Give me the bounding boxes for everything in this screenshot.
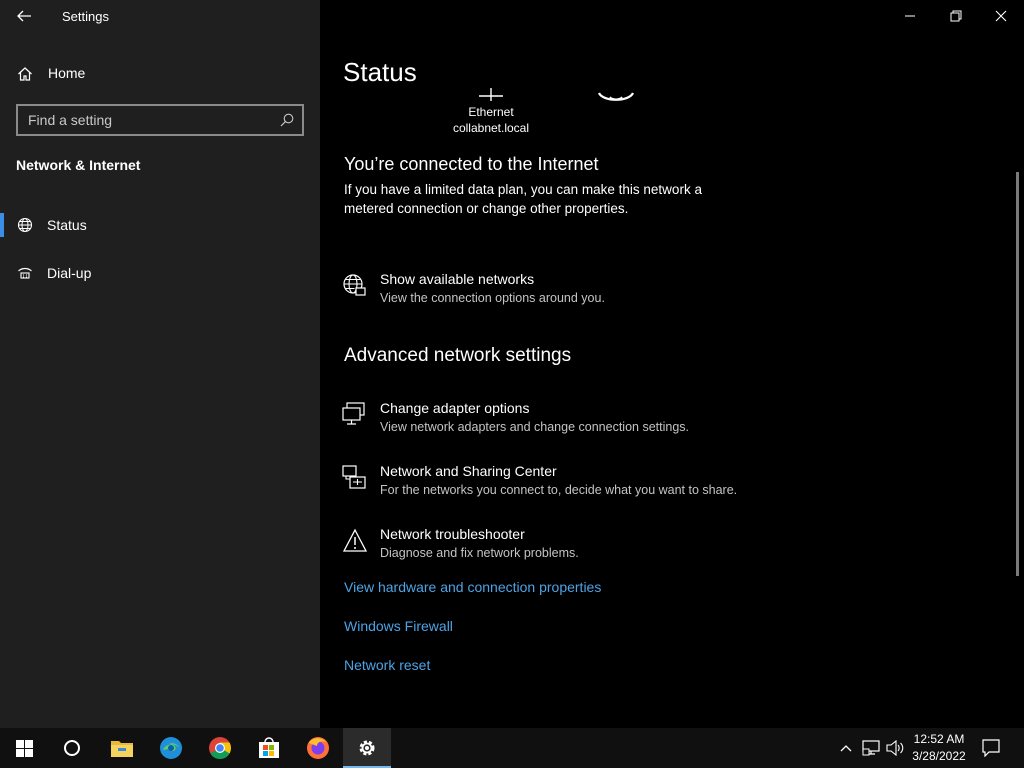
store-icon <box>259 737 279 758</box>
firefox-button[interactable] <box>294 728 342 768</box>
network-troubleshooter[interactable]: Network troubleshooter Diagnose and fix … <box>342 526 842 570</box>
restore-icon <box>950 10 962 22</box>
sidebar-item-dialup[interactable]: Dial-up <box>0 253 320 293</box>
show-hidden-icons-button[interactable] <box>836 728 856 768</box>
window-title: Settings <box>62 9 109 24</box>
edge-icon <box>160 737 182 759</box>
advanced-heading: Advanced network settings <box>344 345 572 366</box>
minimize-button[interactable] <box>887 0 933 32</box>
option-desc: For the networks you connect to, decide … <box>380 483 738 497</box>
back-arrow-icon <box>17 10 31 22</box>
internet-globe-icon <box>597 92 635 101</box>
change-adapter-options[interactable]: Change adapter options View network adap… <box>342 400 842 444</box>
chrome-icon <box>209 737 231 759</box>
option-title: Network troubleshooter <box>380 526 525 542</box>
option-desc: View the connection options around you. <box>380 291 605 305</box>
page-title: Status <box>343 57 417 87</box>
scrollbar[interactable] <box>1016 172 1019 576</box>
search-input[interactable] <box>18 106 278 134</box>
selection-indicator <box>0 213 4 237</box>
connected-heading: You’re connected to the Internet <box>344 154 599 174</box>
cortana-icon <box>64 740 80 756</box>
option-title: Network and Sharing Center <box>380 463 557 479</box>
globe-network-icon <box>17 217 33 233</box>
show-available-networks[interactable]: Show available networks View the connect… <box>342 271 842 315</box>
chrome-button[interactable] <box>196 728 244 768</box>
option-title: Change adapter options <box>380 400 530 416</box>
file-explorer-button[interactable] <box>98 728 146 768</box>
start-button[interactable] <box>0 728 48 768</box>
notification-icon <box>982 739 1000 757</box>
action-center-button[interactable] <box>978 728 1004 768</box>
network-domain: collabnet.local <box>452 121 530 135</box>
option-title: Show available networks <box>380 271 535 287</box>
connected-text: If you have a limited data plan, you can… <box>344 182 702 216</box>
sidebar-item-label: Status <box>47 217 87 233</box>
restore-button[interactable] <box>933 0 979 32</box>
network-reset-link[interactable]: Network reset <box>344 657 430 673</box>
hardware-properties-link[interactable]: View hardware and connection properties <box>344 579 601 595</box>
network-sharing-center[interactable]: Network and Sharing Center For the netwo… <box>342 463 842 507</box>
settings-button[interactable] <box>343 728 391 768</box>
home-icon <box>18 67 32 81</box>
ethernet-network-icon <box>479 88 503 101</box>
search-box[interactable] <box>16 104 304 136</box>
network-name: Ethernet <box>468 105 514 119</box>
taskbar: 12:52 AM 3/28/2022 <box>0 728 1024 768</box>
sidebar-item-label: Dial-up <box>47 265 92 281</box>
settings-icon <box>359 740 375 756</box>
dialup-phone-icon <box>18 267 32 279</box>
edge-button[interactable] <box>147 728 195 768</box>
section-title: Network & Internet <box>16 157 141 173</box>
warning-icon <box>342 528 368 552</box>
main-content: Status Ethernet collabnet.local You’re c… <box>320 0 1024 728</box>
clock[interactable]: 12:52 AM 3/28/2022 <box>904 731 974 765</box>
sharing-center-icon <box>342 465 366 489</box>
adapter-icon <box>342 402 365 425</box>
volume-button[interactable] <box>884 728 906 768</box>
file-explorer-icon <box>111 741 133 757</box>
network-tray-icon <box>862 740 880 756</box>
chevron-up-icon <box>840 745 852 752</box>
cortana-button[interactable] <box>48 728 96 768</box>
sidebar: Settings Home Network & Internet Status … <box>0 0 320 728</box>
minimize-icon <box>905 15 915 17</box>
home-label: Home <box>48 65 86 81</box>
clock-time: 12:52 AM <box>913 732 965 746</box>
search-icon[interactable] <box>280 113 294 127</box>
start-icon <box>15 739 33 757</box>
network-tray-button[interactable] <box>860 728 882 768</box>
close-button[interactable] <box>978 0 1024 32</box>
network-label: Ethernet collabnet.local <box>448 104 534 136</box>
windows-firewall-link[interactable]: Windows Firewall <box>344 618 453 634</box>
option-desc: Diagnose and fix network problems. <box>380 546 579 560</box>
globe-network-icon <box>343 274 366 296</box>
option-desc: View network adapters and change connect… <box>380 420 689 434</box>
clock-date: 3/28/2022 <box>912 749 966 763</box>
store-button[interactable] <box>245 728 293 768</box>
close-icon <box>995 10 1007 22</box>
back-button[interactable] <box>12 4 36 28</box>
firefox-icon <box>307 737 329 759</box>
sidebar-item-status[interactable]: Status <box>0 205 320 245</box>
sidebar-item-home[interactable]: Home <box>0 58 320 90</box>
speaker-icon <box>886 740 904 756</box>
